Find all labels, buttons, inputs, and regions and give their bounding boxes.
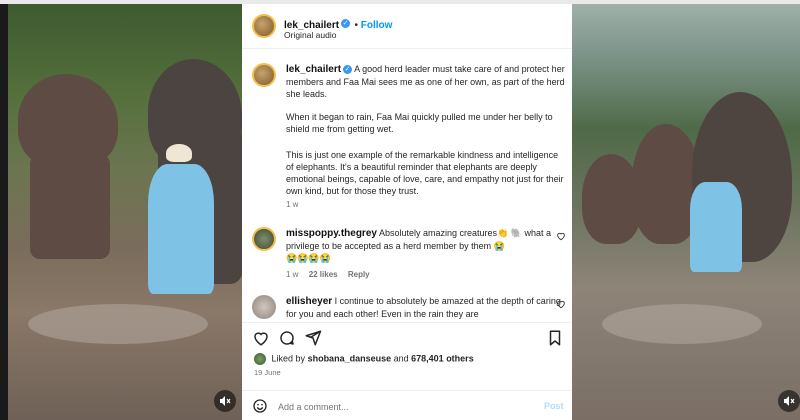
speaker-muted-icon — [220, 396, 231, 406]
comment-reply[interactable]: Reply — [348, 270, 370, 279]
comment-emojis: 😭😭😭😭 — [286, 253, 331, 263]
comment-time[interactable]: 1 w — [286, 270, 298, 279]
mute-button-left[interactable] — [214, 390, 236, 412]
person-hat — [166, 144, 192, 162]
heart-icon[interactable] — [252, 329, 270, 347]
caption-p2: When it began to rain, Faa Mai quickly p… — [286, 112, 553, 134]
mute-button-right[interactable] — [778, 390, 800, 412]
speaker-muted-icon — [784, 396, 795, 406]
caption-avatar[interactable] — [252, 63, 276, 87]
post-panel: lek_chailert ✓ • Follow Original audio le… — [242, 4, 572, 420]
comment-item: ellisheyer I continue to absolutely be a… — [286, 295, 566, 320]
person-raincoat-right — [690, 182, 742, 272]
post-date[interactable]: 19 June — [254, 368, 281, 377]
comment-avatar[interactable] — [252, 227, 276, 251]
add-comment-bar: Post — [242, 390, 572, 420]
comment-username[interactable]: misspoppy.thegrey — [286, 228, 377, 239]
follow-button[interactable]: Follow — [361, 20, 393, 31]
post-modal: lek_chailert ✓ • Follow Original audio le… — [0, 0, 800, 420]
bookmark-icon[interactable] — [546, 329, 564, 347]
post-header: lek_chailert ✓ • Follow Original audio — [242, 4, 572, 49]
caption-time[interactable]: 1 w — [286, 199, 566, 211]
video-left[interactable] — [8, 4, 242, 420]
action-bar — [242, 322, 572, 353]
comment-username[interactable]: ellisheyer — [286, 296, 332, 307]
comment-item: misspoppy.thegrey Absolutely amazing cre… — [286, 227, 566, 264]
liker-avatar[interactable] — [254, 353, 266, 365]
liked-by-and: and — [393, 353, 409, 364]
comments-scroll[interactable]: lek_chailert ✓ A good herd leader must ta… — [242, 49, 572, 322]
caption: lek_chailert ✓ A good herd leader must ta… — [286, 63, 566, 100]
liked-by-user[interactable]: shobana_danseuse — [308, 353, 392, 363]
likes-count[interactable]: 678,401 others — [411, 353, 474, 363]
comment-icon[interactable] — [278, 329, 296, 347]
caption-username[interactable]: lek_chailert — [286, 64, 341, 75]
likes-summary: Liked by shobana_danseuse and 678,401 ot… — [254, 353, 474, 365]
puddle — [28, 304, 208, 344]
video-right[interactable] — [572, 4, 800, 420]
person-raincoat — [148, 164, 214, 294]
verified-icon: ✓ — [341, 19, 351, 29]
comment-input[interactable] — [276, 397, 530, 417]
comment-meta: 1 w 22 likes Reply — [286, 270, 370, 279]
elephant-left-1-legs — [30, 154, 110, 259]
verified-icon: ✓ — [343, 65, 353, 75]
comment-avatar[interactable] — [252, 295, 276, 319]
liked-by-prefix: Liked by — [271, 353, 306, 364]
puddle-right — [602, 304, 762, 344]
comment-like-icon[interactable] — [556, 299, 566, 309]
comment-likes[interactable]: 22 likes — [309, 270, 338, 279]
caption-p3: This is just one example of the remarkab… — [286, 150, 564, 196]
audio-label[interactable]: Original audio — [284, 30, 336, 40]
author-avatar[interactable] — [252, 14, 276, 38]
emoji-icon[interactable] — [252, 398, 268, 414]
share-icon[interactable] — [304, 329, 322, 347]
post-comment-button[interactable]: Post — [544, 401, 564, 411]
comment-like-icon[interactable] — [556, 231, 566, 241]
